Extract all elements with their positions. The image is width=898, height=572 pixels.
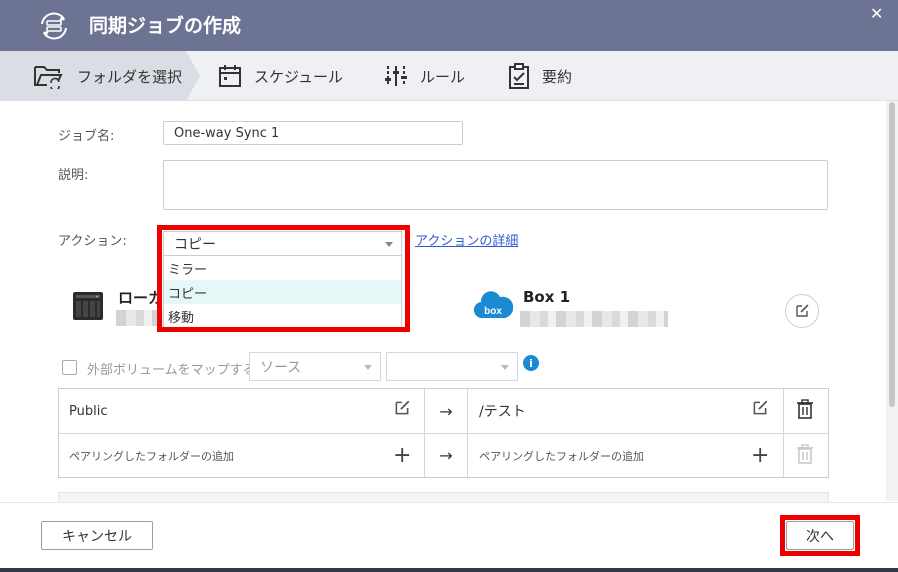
arrow-right-icon: → <box>439 446 453 465</box>
calendar-icon <box>219 65 241 87</box>
action-selected-value: コピー <box>174 236 216 253</box>
next-section-header <box>58 492 829 502</box>
action-option-copy[interactable]: コピー <box>164 280 401 304</box>
action-details-link[interactable]: アクションの詳細 <box>415 230 518 249</box>
close-icon[interactable]: ✕ <box>870 6 883 22</box>
edit-destination-button[interactable] <box>785 294 819 328</box>
description-label: 説明: <box>58 168 89 183</box>
map-external-volume-label: 外部ボリュームをマップする <box>87 363 256 378</box>
action-dropdown-list: ミラー コピー 移動 <box>163 255 402 328</box>
chevron-down-icon <box>385 241 393 247</box>
step-label: ルール <box>420 67 466 86</box>
scrollbar-thumb[interactable] <box>889 102 895 407</box>
step-label: フォルダを選択 <box>77 67 183 86</box>
window-bottom-edge <box>0 568 898 572</box>
nas-device-icon <box>73 292 103 320</box>
volume-source-value: ソース <box>260 359 302 376</box>
local-folder-public: Public <box>69 403 108 419</box>
step-rules[interactable]: ルール <box>384 51 465 101</box>
clipboard-icon <box>509 63 529 89</box>
edit-icon[interactable] <box>393 399 411 417</box>
plus-icon[interactable]: + <box>751 434 769 477</box>
step-label: 要約 <box>542 67 573 86</box>
source-address-redacted <box>116 310 164 326</box>
box-logo-text: box <box>484 306 502 317</box>
action-option-mirror[interactable]: ミラー <box>164 256 401 280</box>
folder-sync-icon <box>34 66 63 89</box>
add-remote-pair-label: ペアリングしたフォルダーの追加 <box>479 449 644 463</box>
step-summary[interactable]: 要約 <box>508 51 572 101</box>
arrow-right-icon: → <box>439 401 453 421</box>
action-option-move[interactable]: 移動 <box>164 304 401 328</box>
volume-source-select[interactable]: ソース <box>249 352 381 381</box>
dialog-title: 同期ジョブの作成 <box>89 15 242 37</box>
plus-icon[interactable]: + <box>393 434 411 477</box>
next-button[interactable]: 次へ <box>786 521 854 550</box>
info-icon[interactable]: i <box>523 355 539 371</box>
action-select[interactable]: コピー <box>163 231 402 256</box>
map-external-volume-checkbox[interactable] <box>62 360 77 375</box>
edit-icon[interactable] <box>751 399 769 417</box>
box-cloud-icon: box <box>473 291 513 319</box>
action-label: アクション: <box>58 234 127 249</box>
source-name: ローカ <box>118 289 164 307</box>
job-name-label: ジョブ名: <box>58 129 115 144</box>
step-schedule[interactable]: スケジュール <box>218 51 343 101</box>
wizard-steps: フォルダを選択 スケジュール ルール 要約 <box>0 51 898 101</box>
job-name-input[interactable]: One-way Sync 1 <box>163 121 463 145</box>
trash-icon[interactable] <box>796 399 814 419</box>
add-local-pair-label: ペアリングしたフォルダーの追加 <box>69 449 234 463</box>
sliders-icon <box>385 66 407 86</box>
chevron-down-icon <box>364 364 372 370</box>
title-bar: 同期ジョブの作成 ✕ <box>0 0 898 51</box>
step-label: スケジュール <box>254 67 343 86</box>
volume-target-select[interactable] <box>386 352 518 381</box>
destination-name: Box 1 <box>523 288 571 306</box>
cancel-button[interactable]: キャンセル <box>41 521 153 550</box>
folder-pairs-table: Public → /テスト ペアリングしたフォルダーの追加 + → ペアリングし… <box>58 388 829 478</box>
step-select-folder[interactable]: フォルダを選択 <box>33 51 182 101</box>
edit-icon <box>796 304 809 317</box>
trash-icon <box>797 444 813 464</box>
destination-account-redacted <box>520 311 668 327</box>
description-input[interactable] <box>163 160 828 210</box>
sync-job-icon <box>41 12 67 40</box>
remote-folder-test: /テスト <box>479 404 526 420</box>
chevron-down-icon <box>501 364 509 370</box>
